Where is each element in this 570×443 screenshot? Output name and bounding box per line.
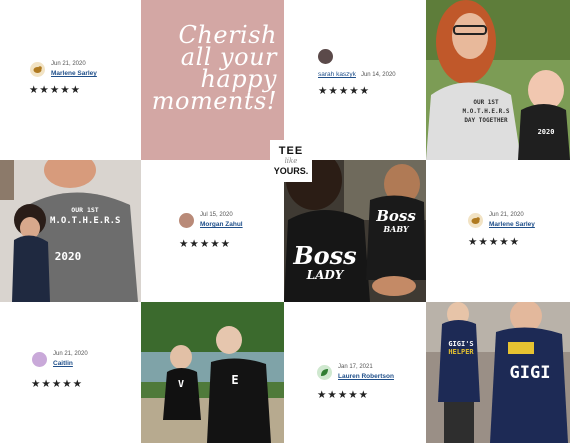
shirt-text: HELPER: [448, 348, 474, 356]
review-date: Jun 21, 2020: [489, 212, 524, 218]
reviewer-avatar[interactable]: [468, 212, 483, 228]
customer-photo[interactable]: V E: [141, 302, 284, 443]
star-rating: ★★★★★: [31, 378, 84, 390]
review-date: Jun 21, 2020: [53, 351, 88, 357]
shirt-text: BABY: [383, 224, 409, 234]
review-card: Jun 21, 2020 Marlene Sarley ★★★★★: [426, 160, 570, 302]
review-date: Jun 21, 2020: [51, 61, 86, 67]
customer-photo[interactable]: OUR 1ST M.O.T.H.E.R.S DAY TOGETHER 2020: [426, 0, 570, 160]
leaf-icon: [321, 368, 328, 376]
reviewer-avatar[interactable]: [318, 49, 333, 64]
shirt-text: OUR 1ST: [473, 99, 499, 106]
bird-icon: [33, 65, 42, 73]
review-date: Jun 14, 2020: [360, 72, 396, 78]
shirt-text: M.O.T.H.E.R.S: [50, 216, 121, 226]
reviewer-name-link[interactable]: Lauren Robertson: [338, 372, 394, 381]
brand-logo: TEE like YOURS.: [270, 140, 312, 182]
customer-photo[interactable]: GIGI'S HELPER GIGI: [426, 302, 570, 443]
review-card: Jun 21, 2020 Caitlin ★★★★★: [0, 302, 141, 443]
review-card: Jul 15, 2020 Morgan Zahul ★★★★★: [141, 160, 284, 302]
review-card: sarah kaszyk Jun 14, 2020 ★★★★★: [284, 0, 426, 160]
logo-text: YOURS.: [273, 166, 309, 176]
shirt-text: M.O.T.H.E.R.S: [462, 108, 510, 115]
reviewer-name-link[interactable]: Caitlin: [53, 359, 88, 368]
review-card: Jun 21, 2020 Marlene Sarley ★★★★★: [0, 0, 141, 160]
quote-text: Cherish all your happy moments!: [151, 21, 277, 115]
shirt-text: DAY TOGETHER: [464, 117, 508, 124]
reviewer-avatar[interactable]: [317, 364, 332, 380]
mom-holding-baby-photo-icon: [0, 160, 141, 302]
logo-text: TEE: [278, 145, 304, 157]
review-date: Jan 17, 2021: [338, 364, 373, 370]
star-rating: ★★★★★: [317, 389, 370, 401]
star-rating: ★★★★★: [468, 236, 521, 248]
star-rating: ★★★★★: [179, 238, 232, 250]
matching-shirts-photo-icon: [141, 302, 284, 443]
shirt-text: GIGI'S: [448, 340, 474, 348]
reviewer-name-link[interactable]: sarah kaszyk: [318, 71, 356, 78]
reviewer-name-link[interactable]: Marlene Sarley: [51, 69, 97, 78]
shirt-text: OUR 1ST: [71, 206, 99, 214]
shirt-text: GIGI: [509, 363, 551, 383]
reviewer-avatar[interactable]: [32, 351, 47, 367]
logo-text: like: [284, 157, 298, 165]
star-rating: ★★★★★: [318, 85, 371, 97]
shirt-text: 2020: [54, 250, 82, 263]
shirt-text: Boss: [376, 207, 416, 225]
review-date: Jul 15, 2020: [200, 212, 233, 218]
quote-card: Cherish all your happy moments!: [141, 0, 284, 160]
shirt-text: LADY: [306, 268, 344, 282]
reviewer-name-link[interactable]: Marlene Sarley: [489, 220, 535, 229]
bird-icon: [471, 216, 480, 224]
reviewer-avatar[interactable]: [179, 212, 194, 228]
shirt-text: V: [177, 379, 185, 390]
reviewer-name-link[interactable]: Morgan Zahul: [200, 220, 243, 229]
customer-photo[interactable]: OUR 1ST M.O.T.H.E.R.S 2020: [0, 160, 141, 302]
reviewer-avatar[interactable]: [30, 61, 45, 77]
shirt-text: Boss: [293, 241, 357, 270]
review-card: Jan 17, 2021 Lauren Robertson ★★★★★: [284, 302, 426, 443]
star-rating: ★★★★★: [29, 84, 82, 96]
shirt-text: E: [231, 373, 239, 387]
shirt-text: 2020: [537, 128, 555, 136]
